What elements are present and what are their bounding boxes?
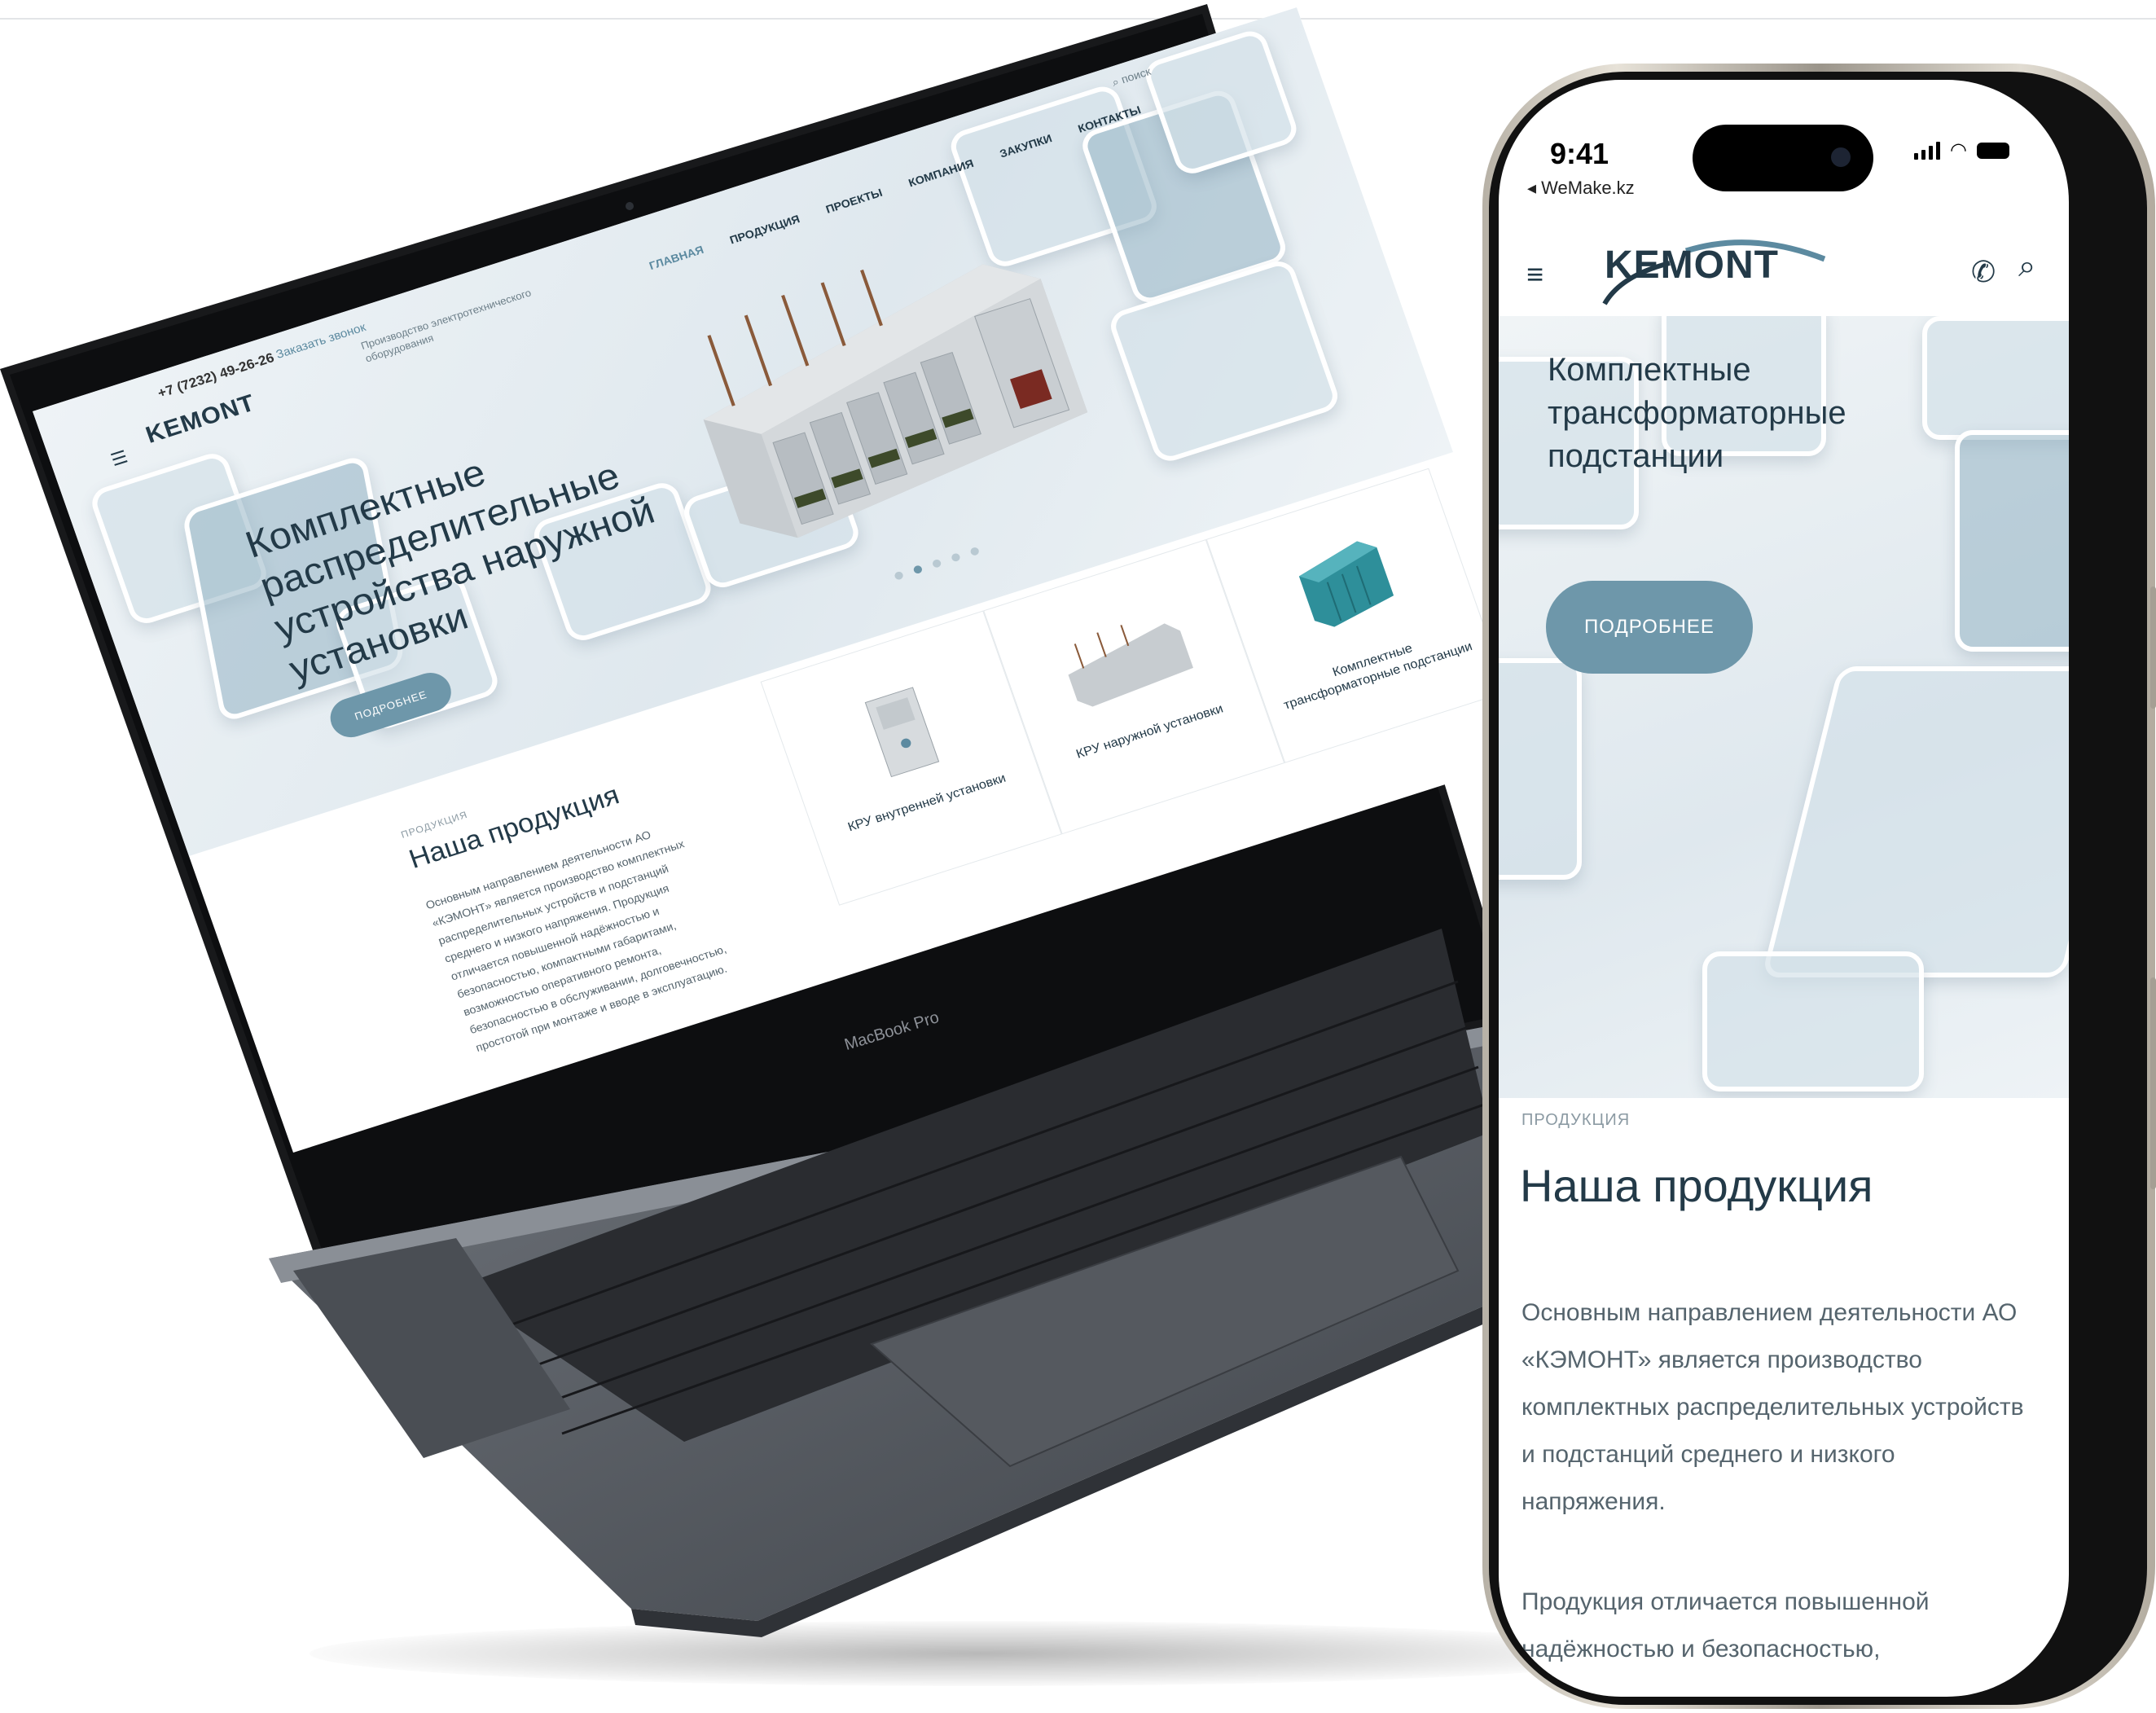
back-to-app-link[interactable]: ◂ WeMake.kz xyxy=(1527,178,1635,199)
site-logo[interactable]: KEMONT xyxy=(1605,243,1779,288)
phone-side-button xyxy=(2150,586,2156,709)
wifi-icon: ◠ xyxy=(1950,139,1967,161)
phone-screen: ≡ KEMONT ✆ ⌕ 9:41 ◂ WeMake.kz ◠ Комплект… xyxy=(1499,80,2069,1697)
products-title: Наша продукция xyxy=(1520,1160,1873,1211)
indoor-switchgear-image xyxy=(864,687,940,778)
nav-item-contacts[interactable]: КОНТАКТЫ xyxy=(1076,103,1142,135)
search-icon: ⌕ xyxy=(1110,74,1121,89)
substation-image xyxy=(1298,541,1394,627)
products-paragraph: Продукция отличается повышенной надёжнос… xyxy=(1521,1588,1930,1662)
search-link[interactable]: ⌕ поиск xyxy=(1110,64,1153,89)
product-card-label: Комплектные трансформаторные подстанции xyxy=(1281,639,1474,713)
battery-icon xyxy=(1976,142,2009,159)
nav-item-products[interactable]: ПРОДУКЦИЯ xyxy=(728,213,801,247)
menu-icon[interactable]: ≡ xyxy=(1526,257,1543,292)
phone-header: ≡ KEMONT ✆ ⌕ xyxy=(1499,210,2069,316)
hero-more-button[interactable]: ПОДРОБНЕЕ xyxy=(1546,581,1753,674)
status-icons: ◠ xyxy=(1914,138,2009,162)
status-time: 9:41 xyxy=(1550,137,1609,170)
hero-title: Комплектные трансформаторные подстанции xyxy=(1548,352,1846,474)
menu-icon[interactable]: ☰ xyxy=(108,446,130,471)
phone-icon[interactable]: ✆ xyxy=(1971,255,1996,289)
search-icon[interactable]: ⌕ xyxy=(2018,249,2035,284)
product-card-label: КРУ внутренней установки xyxy=(845,771,1008,835)
camera-icon xyxy=(1831,147,1851,167)
nav-item-company[interactable]: КОМПАНИЯ xyxy=(907,156,975,189)
phone-side-button xyxy=(2150,977,2156,1189)
search-label: поиск xyxy=(1119,64,1153,86)
nav-item-home[interactable]: ГЛАВНАЯ xyxy=(648,243,705,272)
nav-item-projects[interactable]: ПРОЕКТЫ xyxy=(824,186,885,215)
dynamic-island xyxy=(1693,125,1873,191)
nav-item-purchases[interactable]: ЗАКУПКИ xyxy=(998,132,1053,160)
signal-icon xyxy=(1914,141,1940,160)
outdoor-switchgear-image xyxy=(1068,623,1193,707)
products-kicker: ПРОДУКЦИЯ xyxy=(1521,1111,1631,1129)
products-paragraph: Основным направлением деятельности АО «К… xyxy=(1521,1299,2024,1515)
